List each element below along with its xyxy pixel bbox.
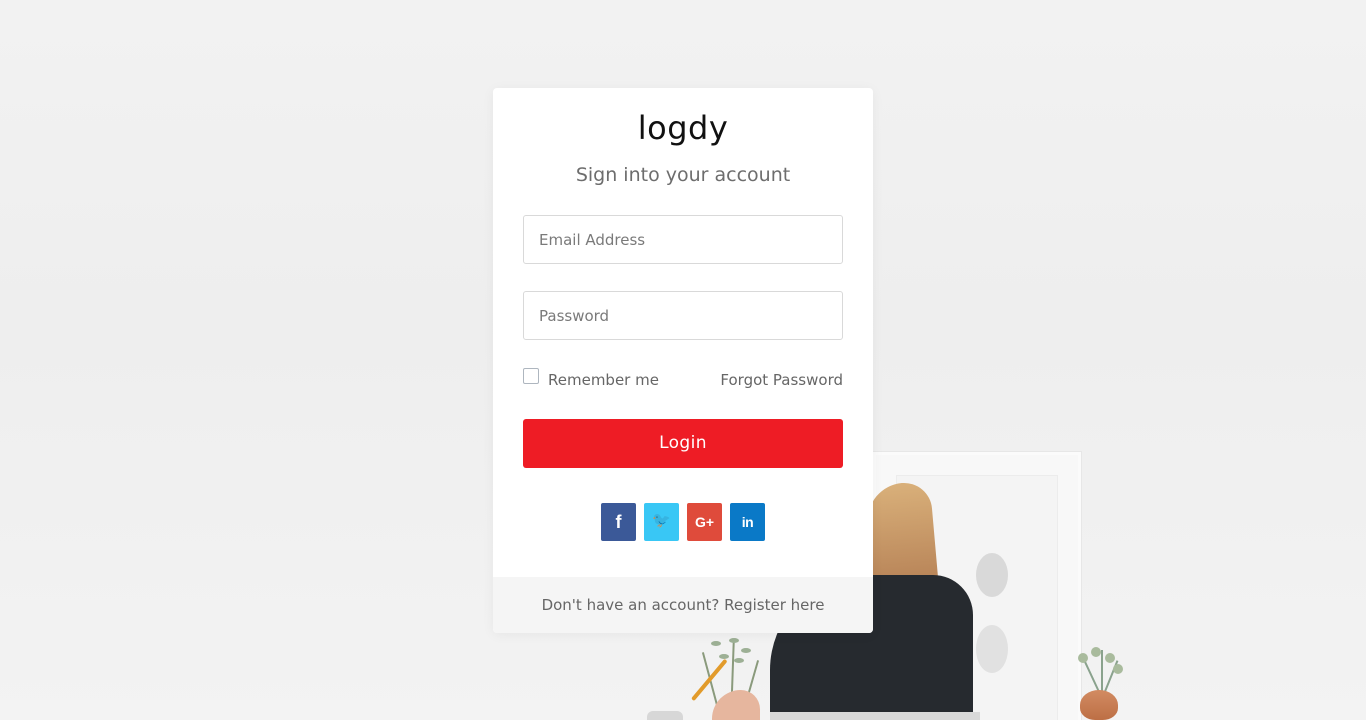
password-field[interactable] [523, 291, 843, 340]
register-link[interactable]: Register here [724, 596, 824, 614]
left-plant-leaf [711, 641, 721, 646]
remember-row: Remember me Forgot Password [523, 368, 843, 392]
email-field[interactable] [523, 215, 843, 264]
right-plant-tuft [1105, 653, 1115, 663]
artwork-shape-bottom [976, 625, 1008, 673]
google-plus-button[interactable]: G+ [687, 503, 722, 541]
left-plant-leaf [729, 638, 739, 643]
twitter-icon: 🐦 [652, 512, 671, 529]
login-card: logdy Sign into your account Remember me… [493, 88, 873, 633]
card-footer: Don't have an account? Register here [493, 577, 873, 633]
page-subtitle: Sign into your account [575, 164, 791, 186]
remember-me-label: Remember me [548, 371, 659, 389]
google-plus-icon: G+ [694, 514, 715, 530]
register-prompt: Don't have an account? Register here [493, 596, 873, 614]
brand-logo: logdy [637, 109, 729, 147]
right-plant-tuft [1091, 647, 1101, 657]
right-plant-tuft [1078, 653, 1088, 663]
register-prefix: Don't have an account? [541, 596, 725, 614]
left-plant-leaf [734, 658, 744, 663]
forgot-password-link[interactable]: Forgot Password [720, 371, 843, 389]
linkedin-button[interactable]: in [730, 503, 765, 541]
facebook-button[interactable]: f [601, 503, 636, 541]
twitter-button[interactable]: 🐦 [644, 503, 679, 541]
right-plant-tuft [1113, 664, 1123, 674]
linkedin-icon: in [741, 514, 754, 530]
right-plant [1060, 646, 1128, 720]
left-plant-leaf [741, 648, 751, 653]
remember-me-checkbox[interactable] [523, 368, 539, 384]
right-plant-pot [1080, 690, 1118, 720]
right-plant-branch [1101, 650, 1103, 694]
desk-edge [770, 712, 980, 720]
artwork-shape-top [976, 553, 1008, 597]
login-button[interactable]: Login [523, 419, 843, 468]
facebook-icon: f [615, 512, 622, 532]
cup [647, 711, 683, 720]
social-login-buttons: f 🐦 G+ in [601, 503, 765, 541]
